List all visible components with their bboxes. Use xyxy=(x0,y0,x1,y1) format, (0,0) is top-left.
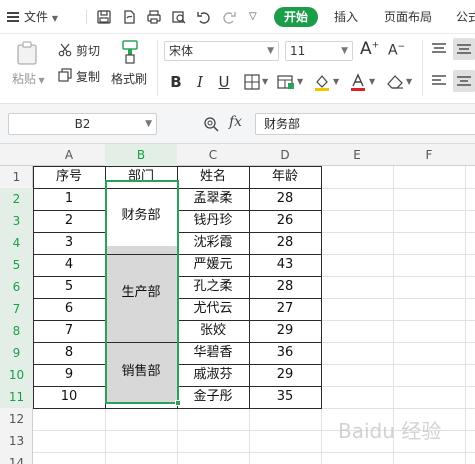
menu-icon[interactable] xyxy=(6,0,20,34)
font-family-select[interactable]: 宋体 ▼ xyxy=(164,41,279,61)
align-middle-icon xyxy=(457,44,471,54)
eraser-icon[interactable] xyxy=(386,74,404,90)
redo-icon[interactable] xyxy=(221,9,237,25)
name-box[interactable]: B2 ▼ xyxy=(8,113,157,135)
format-painter-button[interactable]: 格式刷 xyxy=(111,70,147,87)
menu-bar: 文件 ▼ ▽ 开始 插入 页面布局 公式 xyxy=(0,0,475,34)
tab-insert[interactable]: 插入 xyxy=(334,0,358,34)
copy-button[interactable]: 复制 xyxy=(76,68,100,85)
chevron-down-icon: ▼ xyxy=(333,77,340,86)
selection-range xyxy=(105,180,179,404)
align-center-icon xyxy=(457,76,471,86)
cut-button[interactable]: 剪切 xyxy=(76,42,100,59)
cell-format-icon[interactable] xyxy=(277,74,295,90)
chevron-down-icon: ▼ xyxy=(51,14,58,23)
print-preview-icon[interactable] xyxy=(171,9,187,25)
copy-icon xyxy=(58,68,72,82)
export-pdf-icon[interactable] xyxy=(121,9,137,25)
spreadsheet-grid[interactable]: A B C D E F 1 2 3 4 5 6 7 8 9 10 11 12 1… xyxy=(0,144,475,464)
divider xyxy=(422,40,423,96)
formula-bar: B2 ▼ fx 财务部 xyxy=(0,104,475,144)
font-size-select[interactable]: 11 ▼ xyxy=(285,41,353,61)
italic-button[interactable]: I xyxy=(190,72,210,92)
file-menu[interactable]: 文件 ▼ xyxy=(24,0,58,34)
formula-input[interactable]: 财务部 xyxy=(255,113,475,135)
save-icon[interactable] xyxy=(96,9,112,25)
divider xyxy=(86,10,87,24)
print-icon[interactable] xyxy=(146,9,162,25)
grow-font-label: A xyxy=(360,39,372,59)
underline-button[interactable]: U xyxy=(214,72,234,92)
file-menu-label: 文件 xyxy=(24,10,49,24)
name-box-value: B2 xyxy=(74,117,91,131)
paste-label: 粘贴 xyxy=(12,72,37,86)
grow-font-button[interactable]: A+ xyxy=(360,39,379,59)
shrink-font-label: A xyxy=(388,42,398,59)
watermark: Baidu 经验 xyxy=(338,419,442,443)
font-color-icon[interactable] xyxy=(349,73,367,91)
shrink-font-button[interactable]: A− xyxy=(388,42,405,59)
paste-icon[interactable] xyxy=(14,40,40,66)
chevron-down-icon: ▼ xyxy=(145,119,152,129)
ribbon: 粘贴 ▼ 剪切 复制 格式刷 宋体 ▼ 11 ▼ A+ A− B I U ▼ ▼ ▼… xyxy=(0,34,475,104)
chevron-down-icon: ▼ xyxy=(406,77,413,86)
align-left-icon[interactable] xyxy=(431,74,447,88)
fill-handle[interactable] xyxy=(175,400,181,406)
format-painter-icon xyxy=(122,40,138,64)
tab-page-layout[interactable]: 页面布局 xyxy=(384,0,432,34)
chevron-down-icon: ▼ xyxy=(267,46,274,56)
chevron-down-icon: ▼ xyxy=(369,77,376,86)
zoom-icon[interactable] xyxy=(203,116,219,132)
paste-button[interactable]: 粘贴 ▼ xyxy=(12,70,45,87)
divider xyxy=(157,40,158,96)
fill-color-icon[interactable] xyxy=(313,73,331,91)
font-family-value: 宋体 xyxy=(169,44,194,58)
chevron-down-icon[interactable]: ▽ xyxy=(249,0,257,34)
chevron-down-icon: ▼ xyxy=(36,76,45,85)
chevron-down-icon: ▼ xyxy=(262,77,269,86)
font-size-value: 11 xyxy=(290,44,306,58)
align-top-icon[interactable] xyxy=(431,42,447,56)
align-center-button[interactable] xyxy=(453,70,475,92)
bold-button[interactable]: B xyxy=(166,72,186,92)
chevron-down-icon: ▼ xyxy=(297,77,304,86)
scissors-icon xyxy=(58,43,72,57)
undo-icon[interactable] xyxy=(196,9,212,25)
align-middle-button[interactable] xyxy=(453,38,475,60)
tab-home[interactable]: 开始 xyxy=(274,7,318,27)
borders-icon[interactable] xyxy=(244,74,260,90)
chevron-down-icon: ▼ xyxy=(341,46,348,56)
tab-formulas[interactable]: 公式 xyxy=(456,0,475,34)
fx-button[interactable]: fx xyxy=(229,114,242,130)
